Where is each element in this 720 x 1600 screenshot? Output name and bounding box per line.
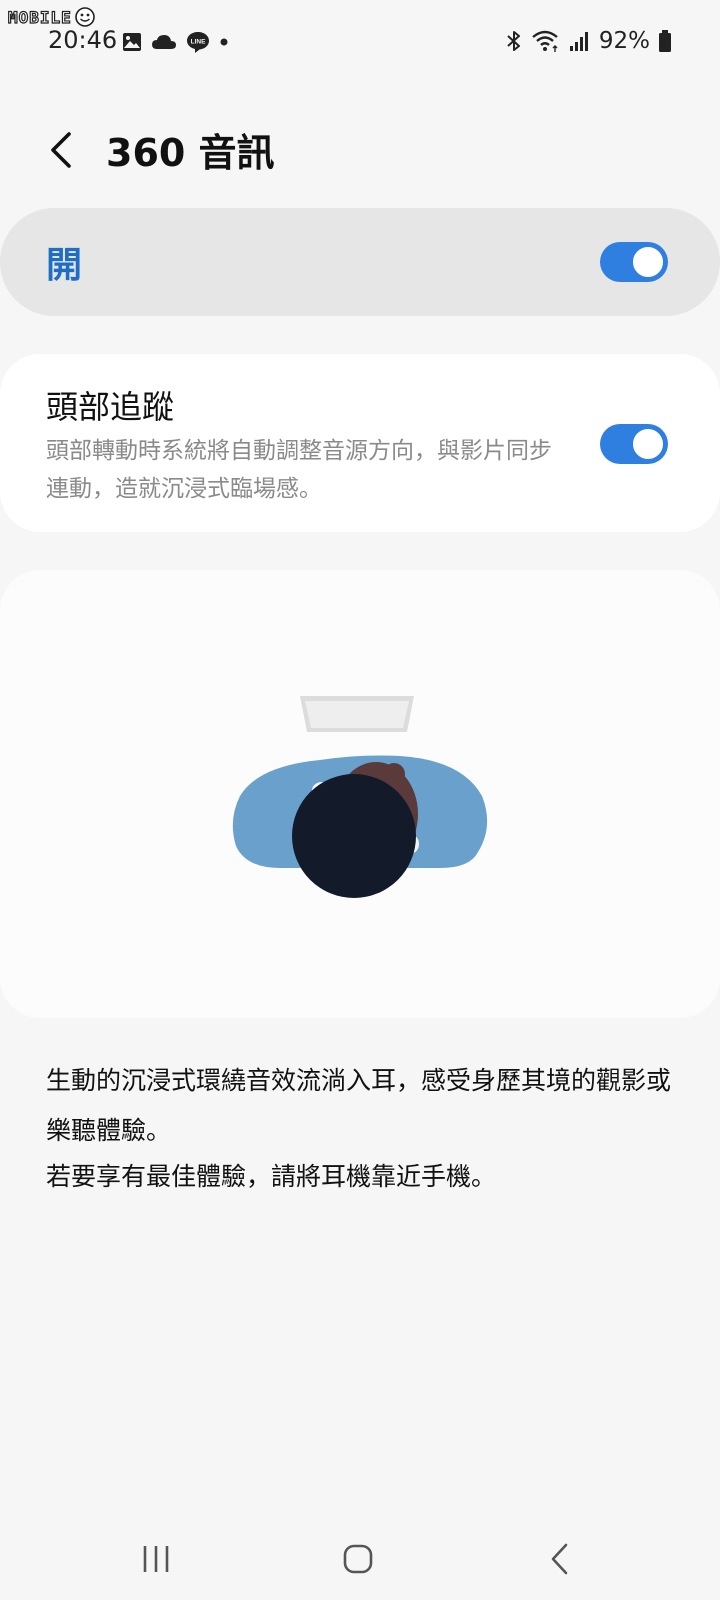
description-line-2: 若要享有最佳體驗，請將耳機靠近手機。 <box>46 1162 497 1191</box>
toggle-knob <box>631 245 665 279</box>
wifi-icon <box>532 30 558 52</box>
bluetooth-icon <box>507 31 520 51</box>
notification-icons: LINE <box>122 30 229 54</box>
battery-icon <box>659 30 671 52</box>
home-button[interactable] <box>318 1534 398 1584</box>
status-bar: 20:46 LINE 92% <box>0 24 720 60</box>
head-tracking-card[interactable]: 頭部追蹤 頭部轉動時系統將自動調整音源方向，與影片同步連動，造就沉浸式臨場感。 <box>0 354 720 532</box>
nav-back-button[interactable] <box>520 1534 600 1584</box>
toggle-knob <box>631 427 665 461</box>
hair <box>292 774 416 898</box>
head-tracking-illustration <box>232 696 488 898</box>
home-icon <box>343 1544 373 1574</box>
svg-text:LINE: LINE <box>191 39 206 46</box>
head-tracking-toggle[interactable] <box>600 424 668 464</box>
gallery-icon <box>123 33 141 51</box>
status-time: 20:46 <box>48 26 118 54</box>
back-button[interactable] <box>36 120 86 180</box>
recent-apps-icon <box>143 1546 169 1572</box>
description-line-1: 生動的沉浸式環繞音效流淌入耳，感受身歷其境的觀影或樂聽體驗。 <box>46 1066 672 1145</box>
back-chevron-icon <box>51 132 71 168</box>
head-tracking-title: 頭部追蹤 <box>46 388 175 426</box>
page-title: 360 音訊 <box>106 131 275 175</box>
app-header: 360 音訊 <box>0 112 720 192</box>
line-icon: LINE <box>187 32 209 53</box>
cloud-icon <box>152 35 176 49</box>
master-toggle[interactable] <box>600 242 668 282</box>
head-tracking-description: 頭部轉動時系統將自動調整音源方向，與影片同步連動，造就沉浸式臨場感。 <box>46 438 552 502</box>
battery-percent: 92% <box>598 28 650 54</box>
recent-apps-button[interactable] <box>116 1534 196 1584</box>
feature-description: 生動的沉浸式環繞音效流淌入耳，感受身歷其境的觀影或樂聽體驗。 若要享有最佳體驗，… <box>46 1056 686 1198</box>
system-status-icons: 92% <box>505 28 672 54</box>
master-switch-bar[interactable]: 開 <box>0 208 720 316</box>
signal-icon <box>569 32 588 51</box>
screen-icon <box>300 696 414 732</box>
master-switch-label: 開 <box>46 245 83 286</box>
back-icon <box>551 1543 568 1575</box>
dot-icon <box>220 38 228 46</box>
navigation-bar <box>0 1530 720 1600</box>
illustration-card <box>0 570 720 1018</box>
